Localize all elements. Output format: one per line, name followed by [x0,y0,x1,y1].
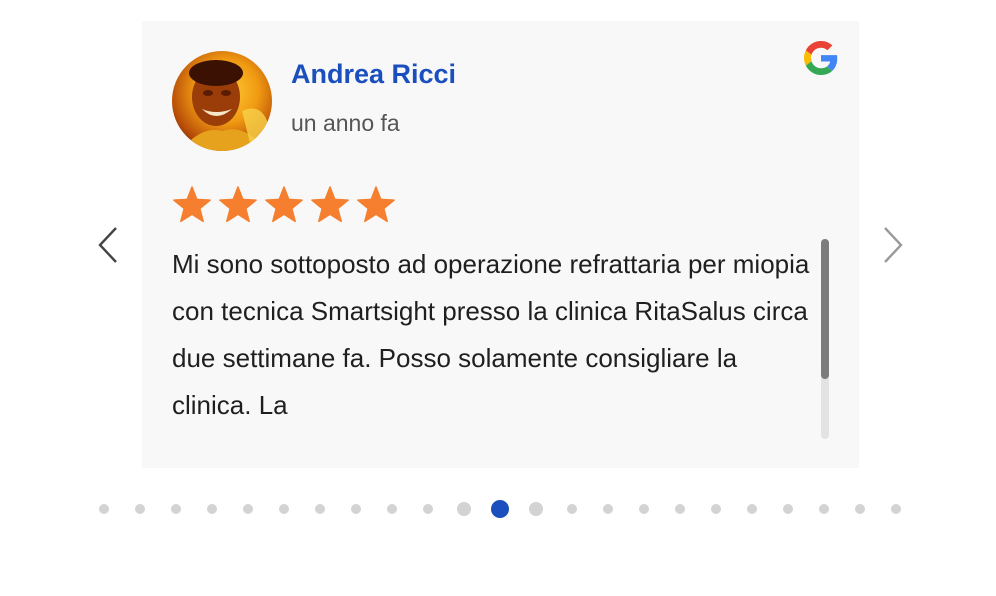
carousel-pagination [0,499,996,519]
pagination-dot[interactable] [603,504,613,514]
author-name[interactable]: Andrea Ricci [291,59,456,90]
star-icon [173,186,211,223]
pagination-dot[interactable] [135,504,145,514]
star-icon [265,186,303,223]
pagination-dot[interactable] [747,504,757,514]
review-card: Andrea Ricci un anno fa Mi sono sottopos… [142,21,859,468]
previous-review-button[interactable] [94,224,124,266]
review-date: un anno fa [291,110,400,136]
chevron-right-icon [884,227,903,263]
review-scrollbar[interactable] [821,239,829,439]
pagination-dot[interactable] [639,504,649,514]
pagination-dot[interactable] [99,504,109,514]
pagination-dot[interactable] [279,504,289,514]
google-icon [804,41,838,75]
star-icon [219,186,257,223]
pagination-dot[interactable] [315,504,325,514]
pagination-dot[interactable] [675,504,685,514]
pagination-dot[interactable] [711,504,721,514]
star-icon [311,186,349,223]
pagination-dot[interactable] [351,504,361,514]
pagination-dot[interactable] [855,504,865,514]
pagination-dot[interactable] [243,504,253,514]
pagination-dot[interactable] [567,504,577,514]
star-rating [170,185,398,225]
pagination-dot[interactable] [423,504,433,514]
pagination-dot[interactable] [207,504,217,514]
chevron-left-icon [98,227,117,263]
pagination-dot[interactable] [529,502,543,516]
avatar [172,51,272,151]
next-review-button[interactable] [877,224,907,266]
star-icon [357,186,395,223]
pagination-dot[interactable] [819,504,829,514]
review-text-container: Mi sono sottoposto ad operazione refratt… [172,241,822,441]
review-text: Mi sono sottoposto ad operazione refratt… [172,249,810,420]
scrollbar-thumb[interactable] [821,239,829,379]
pagination-dot[interactable] [891,504,901,514]
review-carousel: Andrea Ricci un anno fa Mi sono sottopos… [0,0,996,596]
pagination-dot[interactable] [387,504,397,514]
pagination-dot-active[interactable] [491,500,509,518]
pagination-dot[interactable] [457,502,471,516]
pagination-dot[interactable] [171,504,181,514]
pagination-dot[interactable] [783,504,793,514]
